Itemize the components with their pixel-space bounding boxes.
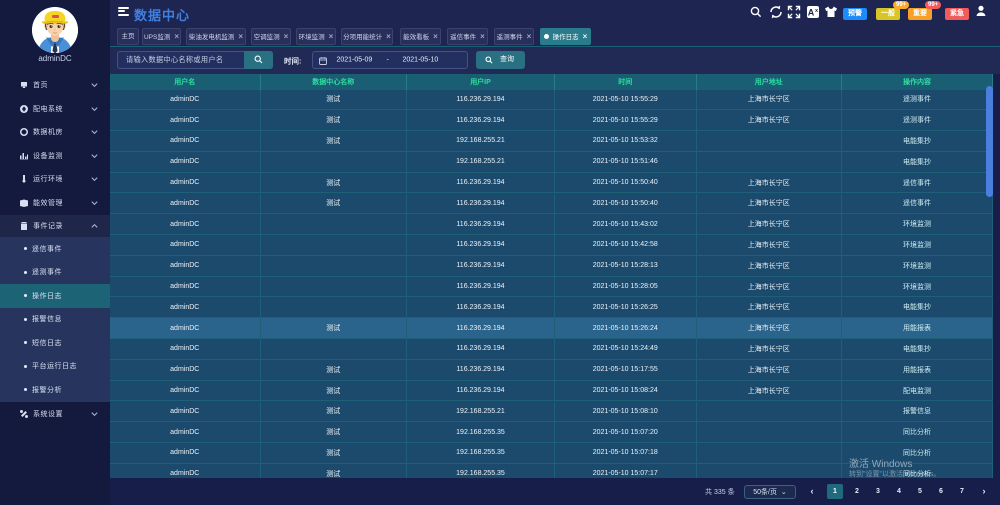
svg-text:A: A (808, 8, 815, 18)
